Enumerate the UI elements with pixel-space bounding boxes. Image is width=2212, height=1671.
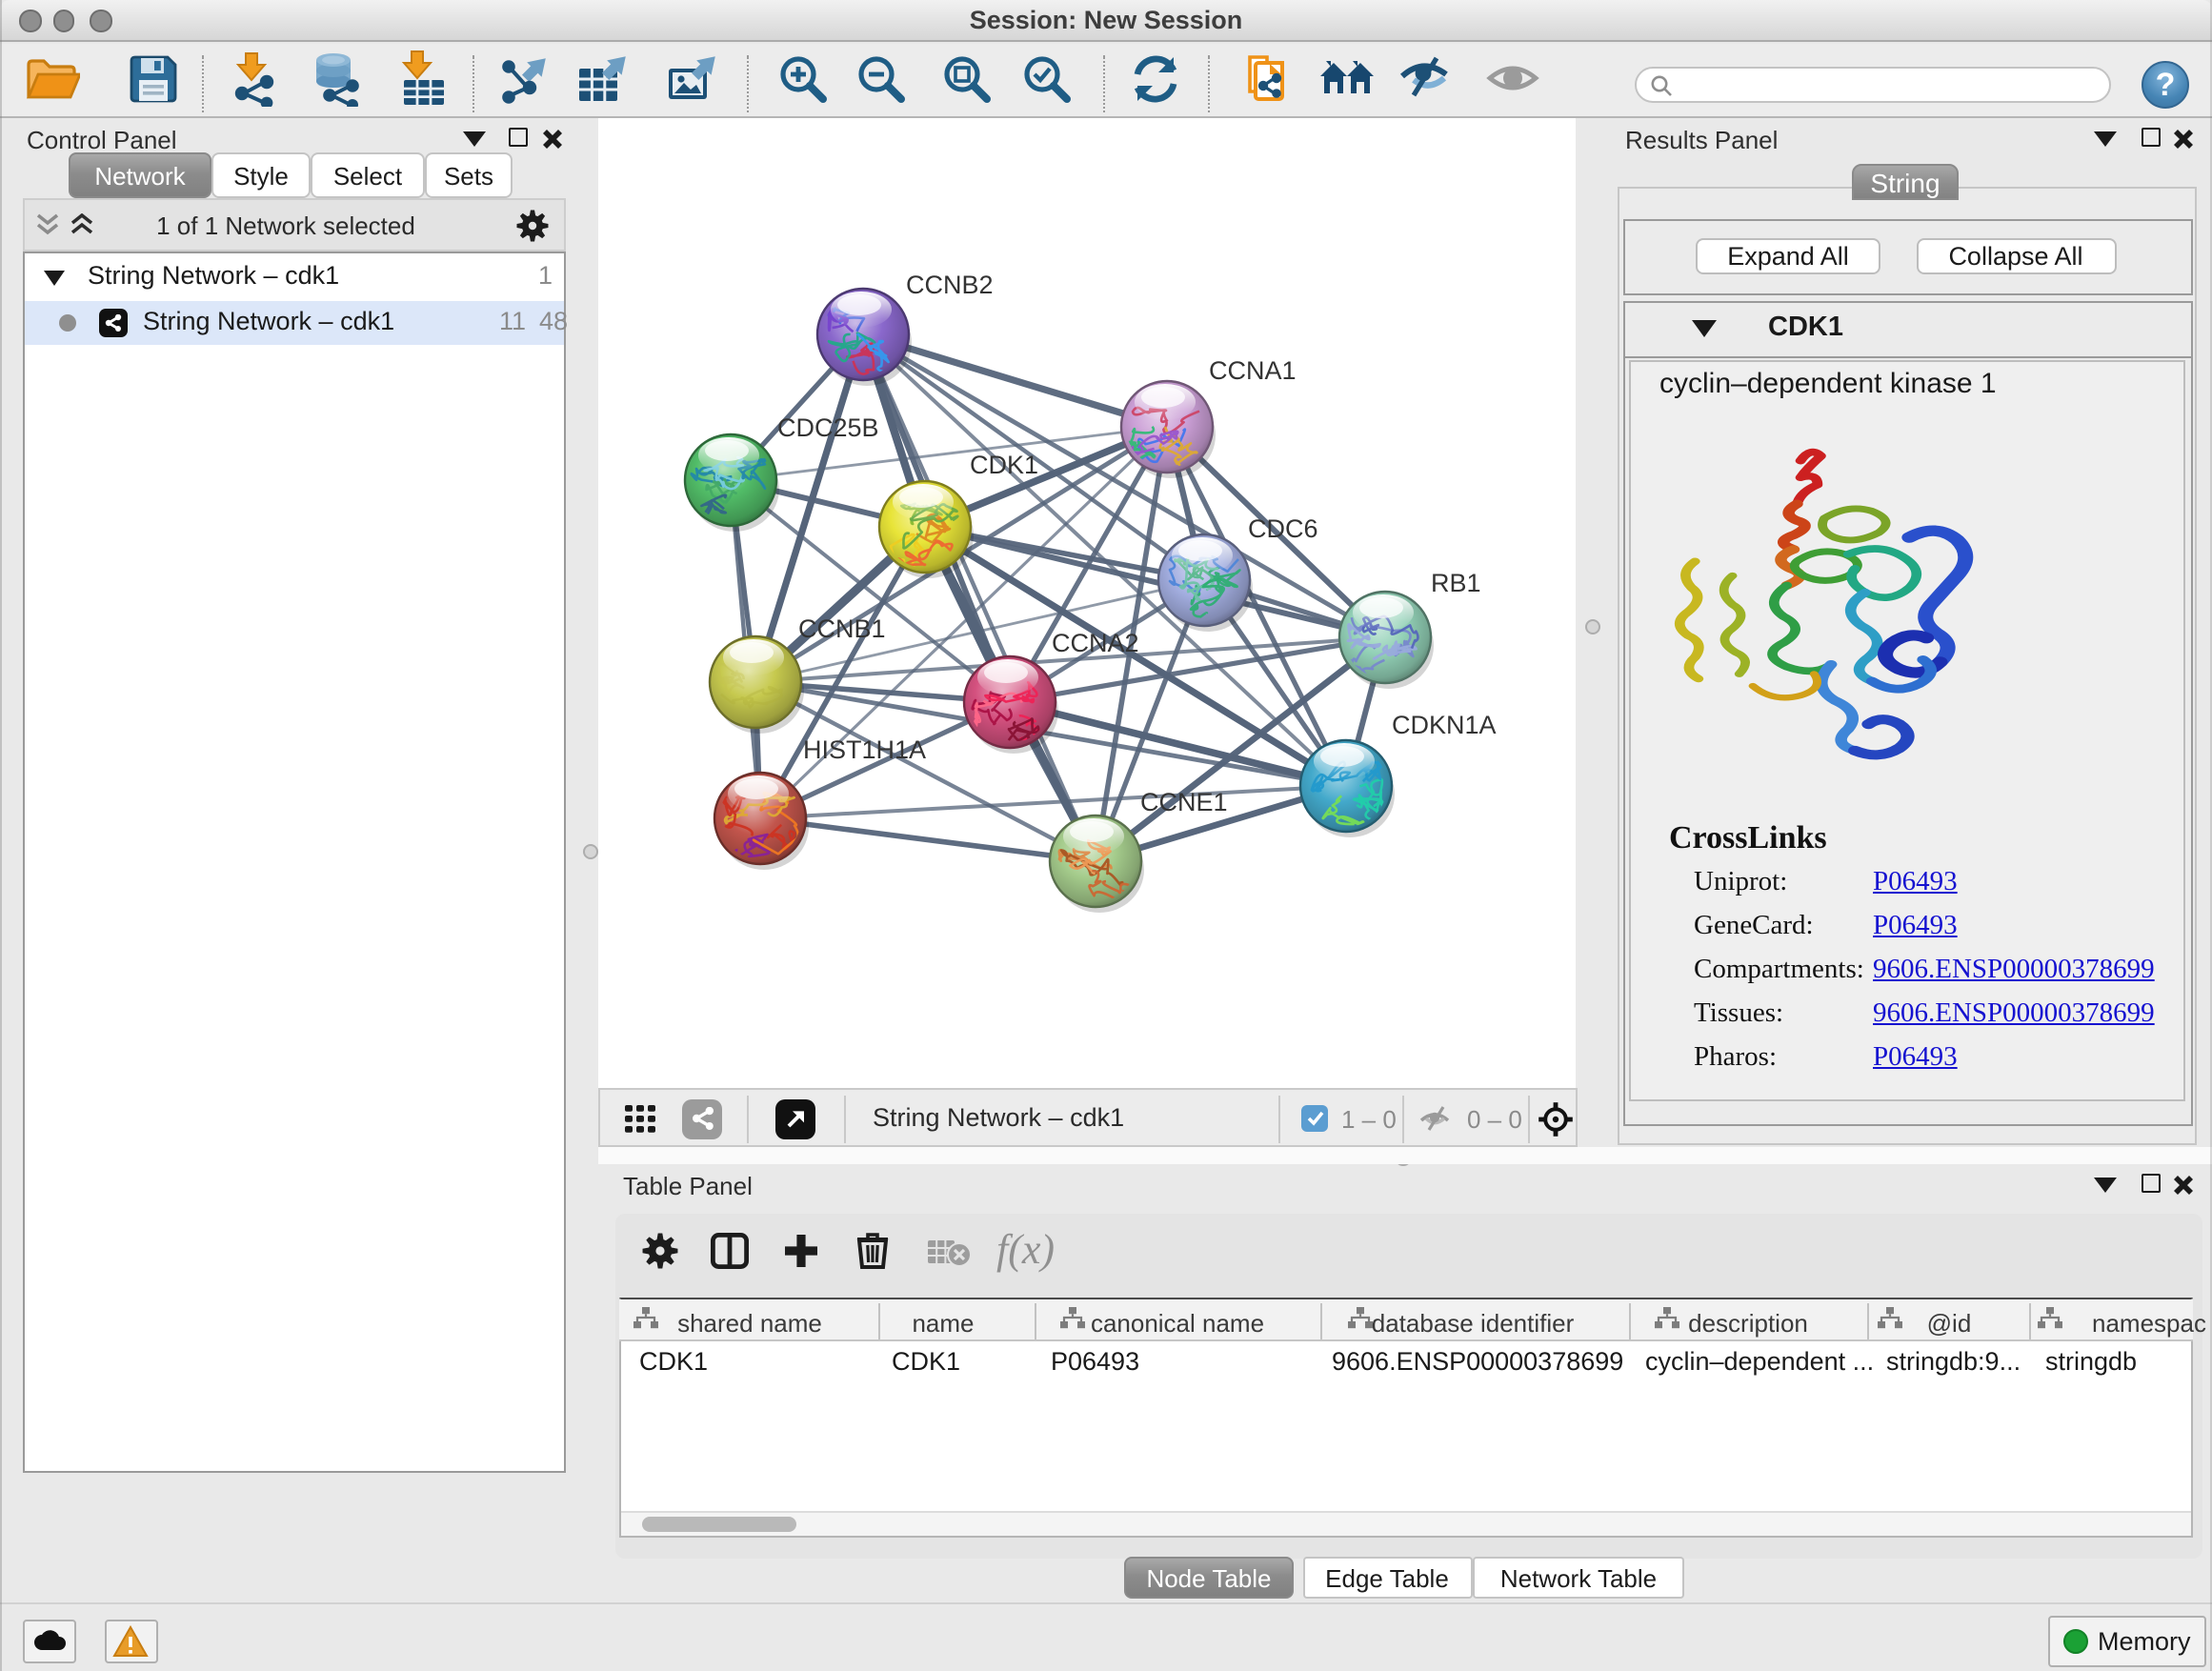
svg-text:CCNE1: CCNE1 [1140, 788, 1228, 816]
svg-text:CDK1: CDK1 [970, 451, 1038, 479]
svg-text:CCNB2: CCNB2 [906, 271, 994, 299]
svg-text:HIST1H1A: HIST1H1A [803, 735, 926, 764]
svg-text:CDC25B: CDC25B [777, 413, 879, 442]
svg-text:CCNB1: CCNB1 [798, 614, 886, 643]
svg-text:CCNA2: CCNA2 [1052, 629, 1139, 657]
svg-text:RB1: RB1 [1431, 569, 1481, 597]
svg-text:CDC6: CDC6 [1248, 514, 1318, 543]
svg-text:CDKN1A: CDKN1A [1392, 711, 1497, 739]
svg-text:CCNA1: CCNA1 [1209, 356, 1297, 385]
